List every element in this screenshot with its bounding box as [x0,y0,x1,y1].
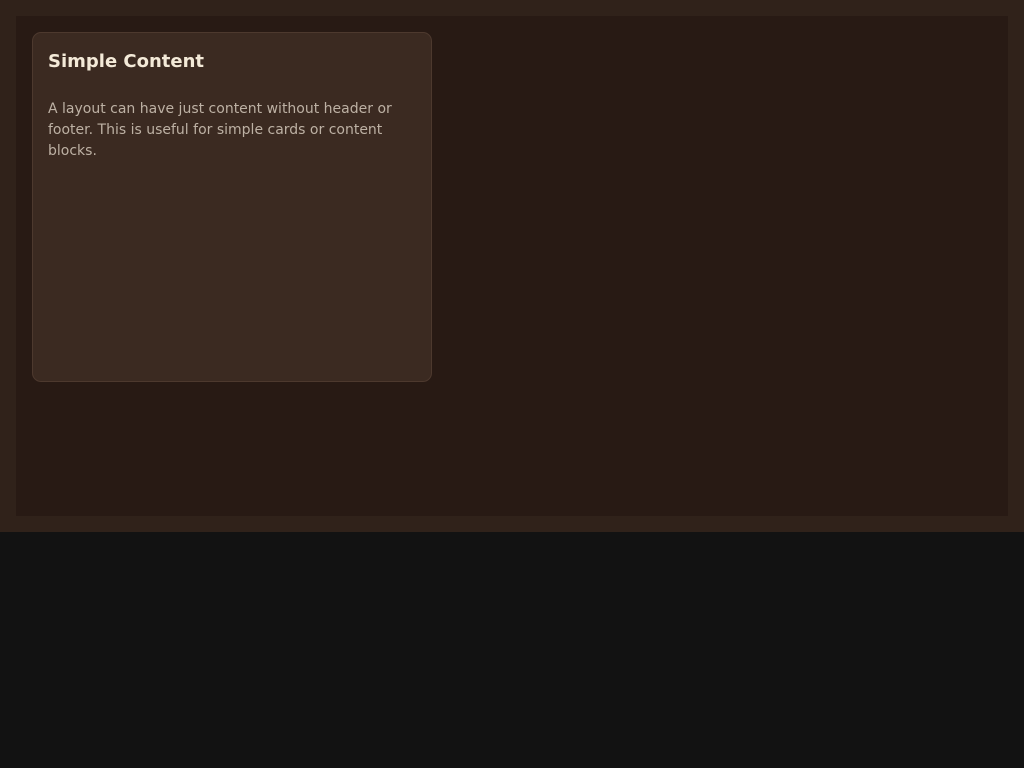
card-body-text: A layout can have just content without h… [48,101,392,159]
layout-frame: Simple Content A layout can have just co… [0,0,1024,532]
card-title: Simple Content [48,51,205,72]
simple-content-card: Simple Content A layout can have just co… [32,32,432,382]
content-panel: Simple Content A layout can have just co… [16,16,1008,516]
